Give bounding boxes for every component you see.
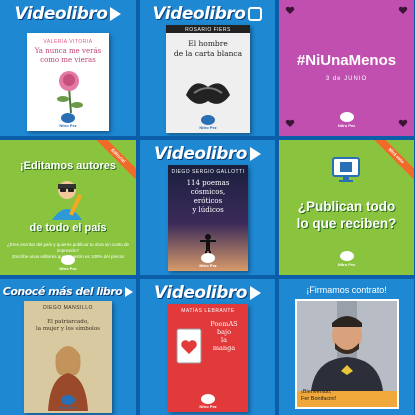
book-title: El hombre de la carta blanca bbox=[173, 39, 243, 58]
book-title: Ya nunca me verás como me vieras bbox=[34, 47, 102, 64]
play-icon bbox=[249, 286, 261, 300]
book-title: 114 poemas cósmicos, eróticos y lúdicos bbox=[186, 179, 230, 214]
photo-frame: ¡Bienvenido, Fer Bonifacini! bbox=[295, 299, 399, 409]
post-header: Conocé más del libro bbox=[0, 285, 136, 298]
writer-illustration-icon bbox=[52, 181, 83, 220]
post-tile-4[interactable]: Editorial ¡Editamos autores de todo el p… bbox=[0, 140, 136, 275]
corner-ribbon: Mirá esto bbox=[364, 140, 414, 188]
playing-card-icon bbox=[176, 328, 202, 364]
play-icon bbox=[110, 7, 122, 21]
headline: ¿Publican todo lo que reciben? bbox=[296, 199, 397, 231]
post-tile-2[interactable]: Videolibro Rosario Fiers El hombre de la … bbox=[140, 0, 275, 136]
book-author: Diego Sergio Gallotti bbox=[171, 169, 245, 175]
post-tile-3[interactable]: #NiUnaMenos 3 de JUNIO Nitro Pez bbox=[279, 0, 414, 136]
post-tile-8[interactable]: Videolibro Matías Lebrante PoemAS bajo la m… bbox=[140, 279, 275, 415]
post-tile-1[interactable]: Videolibro Valeria Vitoria Ya nunca me v… bbox=[0, 0, 136, 136]
play-icon bbox=[125, 287, 134, 297]
videolibro-header: Videolibro bbox=[140, 4, 275, 24]
videolibro-header: Videolibro bbox=[140, 144, 275, 164]
welcome-caption: ¡Bienvenido, Fer Bonifacini! bbox=[301, 389, 337, 402]
publisher-logo bbox=[339, 251, 354, 261]
rose-illustration-icon bbox=[57, 71, 83, 114]
book-author: Valeria Vitoria bbox=[43, 39, 93, 45]
computer-book-icon bbox=[332, 157, 360, 182]
book-title: El patriarcado, la mujer y los símbolos bbox=[36, 319, 100, 332]
videolibro-header: Videolibro bbox=[0, 4, 136, 24]
book-author: Matías Lebrante bbox=[181, 308, 235, 314]
publisher-logo bbox=[339, 112, 354, 122]
book-cover: Valeria Vitoria Ya nunca me verás como me… bbox=[27, 33, 109, 131]
hands-illustration-icon bbox=[186, 83, 230, 104]
post-tile-5[interactable]: Videolibro Diego Sergio Gallotti 114 poe… bbox=[140, 140, 275, 275]
book-title: PoemAS bajo la manga bbox=[210, 320, 238, 352]
play-icon bbox=[249, 147, 261, 161]
book-cover: Diego Sergio Gallotti 114 poemas cósmicos… bbox=[168, 165, 248, 271]
publisher-logo bbox=[61, 255, 75, 265]
post-tile-7[interactable]: Conocé más del libro Diego Mansillo El p… bbox=[0, 279, 136, 415]
videolibro-header: Videolibro bbox=[140, 283, 275, 303]
publisher-logo bbox=[201, 115, 215, 125]
instagram-post-grid: Videolibro Valeria Vitoria Ya nunca me v… bbox=[0, 0, 415, 415]
hashtag-title: #NiUnaMenos bbox=[296, 52, 397, 69]
event-date: 3 de JUNIO bbox=[325, 76, 368, 82]
post-tile-6[interactable]: Mirá esto ¿Publican todo lo que reciben? … bbox=[279, 140, 414, 275]
book-author: Rosario Fiers bbox=[185, 27, 231, 33]
author-photo bbox=[297, 301, 397, 391]
headline-line-2: de todo el país bbox=[29, 222, 107, 234]
post-tile-9[interactable]: ¡Firmamos contrato! ¡Bienvenido, Fer Boni… bbox=[279, 279, 414, 415]
book-cover: Matías Lebrante PoemAS bajo la manga Nitro … bbox=[168, 304, 248, 412]
heart-icon bbox=[398, 6, 408, 14]
book-author: Diego Mansillo bbox=[43, 305, 93, 311]
publisher-logo bbox=[61, 113, 75, 123]
post-header: ¡Firmamos contrato! bbox=[306, 285, 387, 295]
publisher-logo bbox=[201, 394, 215, 404]
publisher-logo bbox=[201, 253, 215, 263]
book-cover: Rosario Fiers El hombre de la carta blanc… bbox=[166, 25, 250, 133]
publisher-logo bbox=[61, 395, 75, 405]
reels-icon bbox=[248, 7, 263, 21]
heart-icon bbox=[285, 6, 295, 14]
book-cover: Diego Mansillo El patriarcado, la mujer y… bbox=[24, 301, 112, 413]
headline-line-1: ¡Editamos autores bbox=[20, 160, 116, 172]
